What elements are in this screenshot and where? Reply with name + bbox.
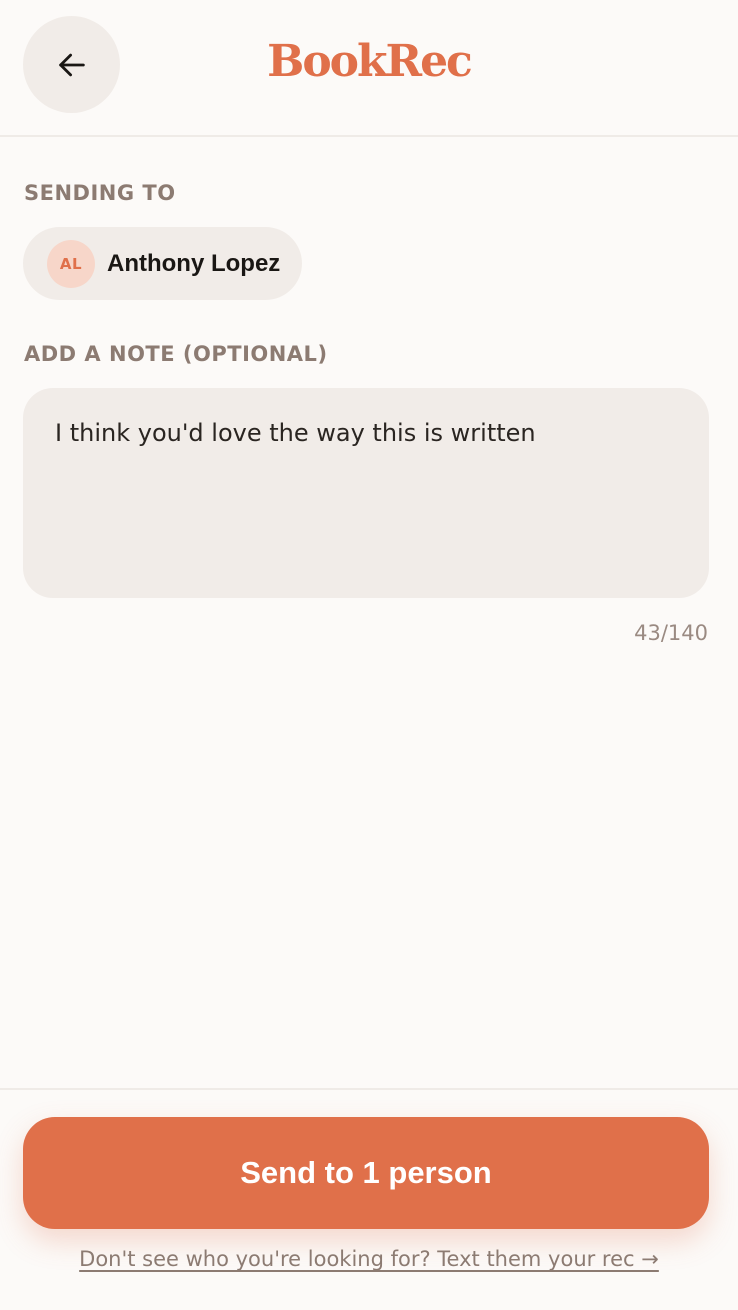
send-button[interactable]: Send to 1 person [23,1117,709,1229]
character-count: 43/140 [634,621,708,645]
recipient-chip[interactable]: AL Anthony Lopez [23,227,303,300]
top-bar: BookRec [0,0,738,137]
text-them-link[interactable]: Don't see who you're looking for? Text t… [0,1247,738,1271]
send-rec-screen: BookRec SENDING TO AL Anthony Lopez ADD … [0,0,738,1310]
note-textarea[interactable]: I think you'd love the way this is writt… [23,388,709,598]
brand-logo: BookRec [267,36,473,87]
recipient-name: Anthony Lopez [107,249,281,277]
sending-to-label: SENDING TO [24,181,176,205]
bottom-bar: Send to 1 person Don't see who you're lo… [0,1088,738,1310]
note-label: ADD A NOTE (OPTIONAL) [24,342,328,366]
avatar: AL [47,239,95,288]
